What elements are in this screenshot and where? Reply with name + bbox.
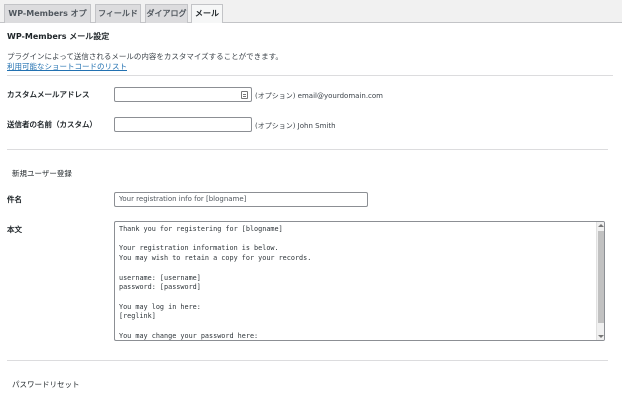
scroll-thumb[interactable] — [598, 231, 604, 323]
tab-dialogs[interactable]: ダイアログ — [145, 4, 188, 23]
tab-bar: WP-Members オプション フィールド ダイアログ メール — [0, 0, 622, 36]
sender-name-label: 送信者の名前（カスタム） — [7, 120, 97, 129]
custom-email-label: カスタムメールアドレス — [7, 90, 90, 99]
contact-card-icon[interactable] — [241, 91, 248, 99]
password-reset-title: パスワードリセット — [12, 380, 80, 389]
subject-label: 件名 — [7, 195, 22, 204]
sender-name-hint: (オプション) John Smith — [255, 122, 336, 130]
divider — [7, 75, 613, 76]
shortcode-list-link[interactable]: 利用可能なショートコードのリスト — [7, 61, 127, 72]
subject-input[interactable]: Your registration info for [blogname] — [114, 192, 368, 207]
divider — [7, 149, 608, 150]
body-label: 本文 — [7, 225, 22, 234]
body-textarea[interactable]: Thank you for registering for [blogname]… — [114, 221, 605, 341]
body-text: Thank you for registering for [blogname]… — [119, 225, 312, 340]
tab-fields[interactable]: フィールド — [95, 4, 141, 23]
scroll-down-icon[interactable] — [598, 335, 604, 338]
body-scrollbar[interactable] — [596, 222, 604, 340]
divider — [7, 360, 608, 361]
new-registration-title: 新規ユーザー登録 — [12, 169, 72, 178]
scroll-up-icon[interactable] — [598, 224, 604, 227]
sender-name-input[interactable] — [114, 117, 252, 132]
tab-wp-members-options[interactable]: WP-Members オプション — [4, 4, 91, 36]
custom-email-input[interactable] — [114, 87, 252, 102]
tab-email[interactable]: メール — [191, 4, 223, 24]
settings-title: WP-Members メール設定 — [7, 32, 110, 41]
custom-email-hint: (オプション) email@yourdomain.com — [255, 92, 383, 100]
email-settings-panel: WP-Members メール設定 プラグインによって送信されるメールの内容をカス… — [0, 23, 622, 400]
